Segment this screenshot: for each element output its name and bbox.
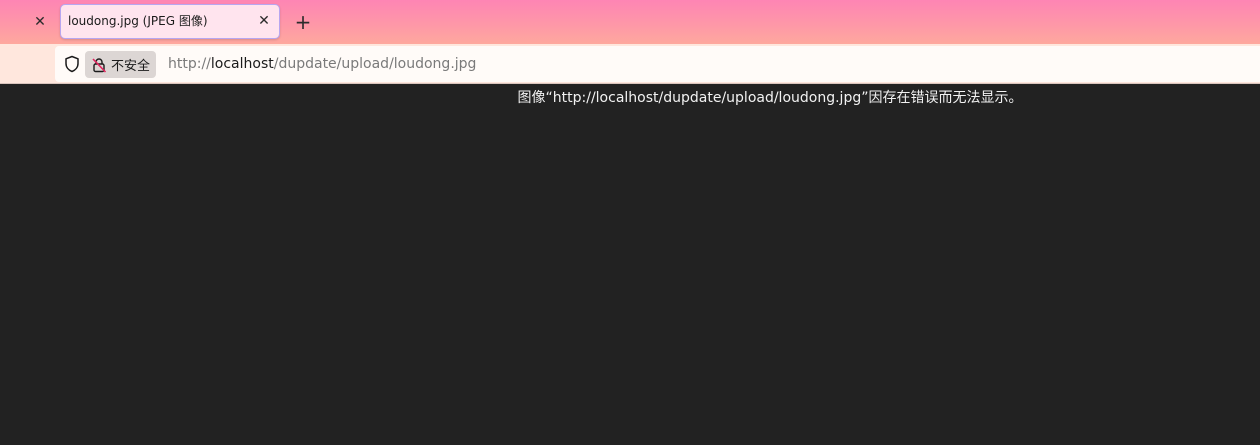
connection-insecure-badge[interactable]: 不安全 [85,51,157,78]
image-error-message: 图像“http://localhost/dupdate/upload/loudo… [517,90,1023,106]
shield-icon[interactable] [63,55,81,73]
browser-window: ✕ loudong.jpg (JPEG 图像) ✕ + 不安全 http://l… [0,0,1260,445]
nav-bar: 不安全 http://localhost/dupdate/upload/loud… [0,44,1260,84]
page-content: 图像“http://localhost/dupdate/upload/loudo… [0,85,1260,445]
new-tab-button[interactable]: + [290,9,316,35]
close-tab-icon[interactable]: ✕ [253,10,275,32]
insecure-label: 不安全 [111,59,151,74]
url-bar[interactable]: 不安全 http://localhost/dupdate/upload/loud… [55,46,1260,82]
tab-strip: ✕ loudong.jpg (JPEG 图像) ✕ + [0,0,1260,44]
close-tab-icon[interactable]: ✕ [28,10,52,34]
url-scheme: http:// [168,56,211,72]
tab-active[interactable]: loudong.jpg (JPEG 图像) ✕ [60,4,280,39]
url-text[interactable]: http://localhost/dupdate/upload/loudong.… [168,46,476,82]
insecure-lock-icon [92,57,107,73]
url-host: localhost [210,56,274,72]
tab-title: loudong.jpg (JPEG 图像) [68,14,208,28]
url-path: /dupdate/upload/loudong.jpg [273,56,477,72]
